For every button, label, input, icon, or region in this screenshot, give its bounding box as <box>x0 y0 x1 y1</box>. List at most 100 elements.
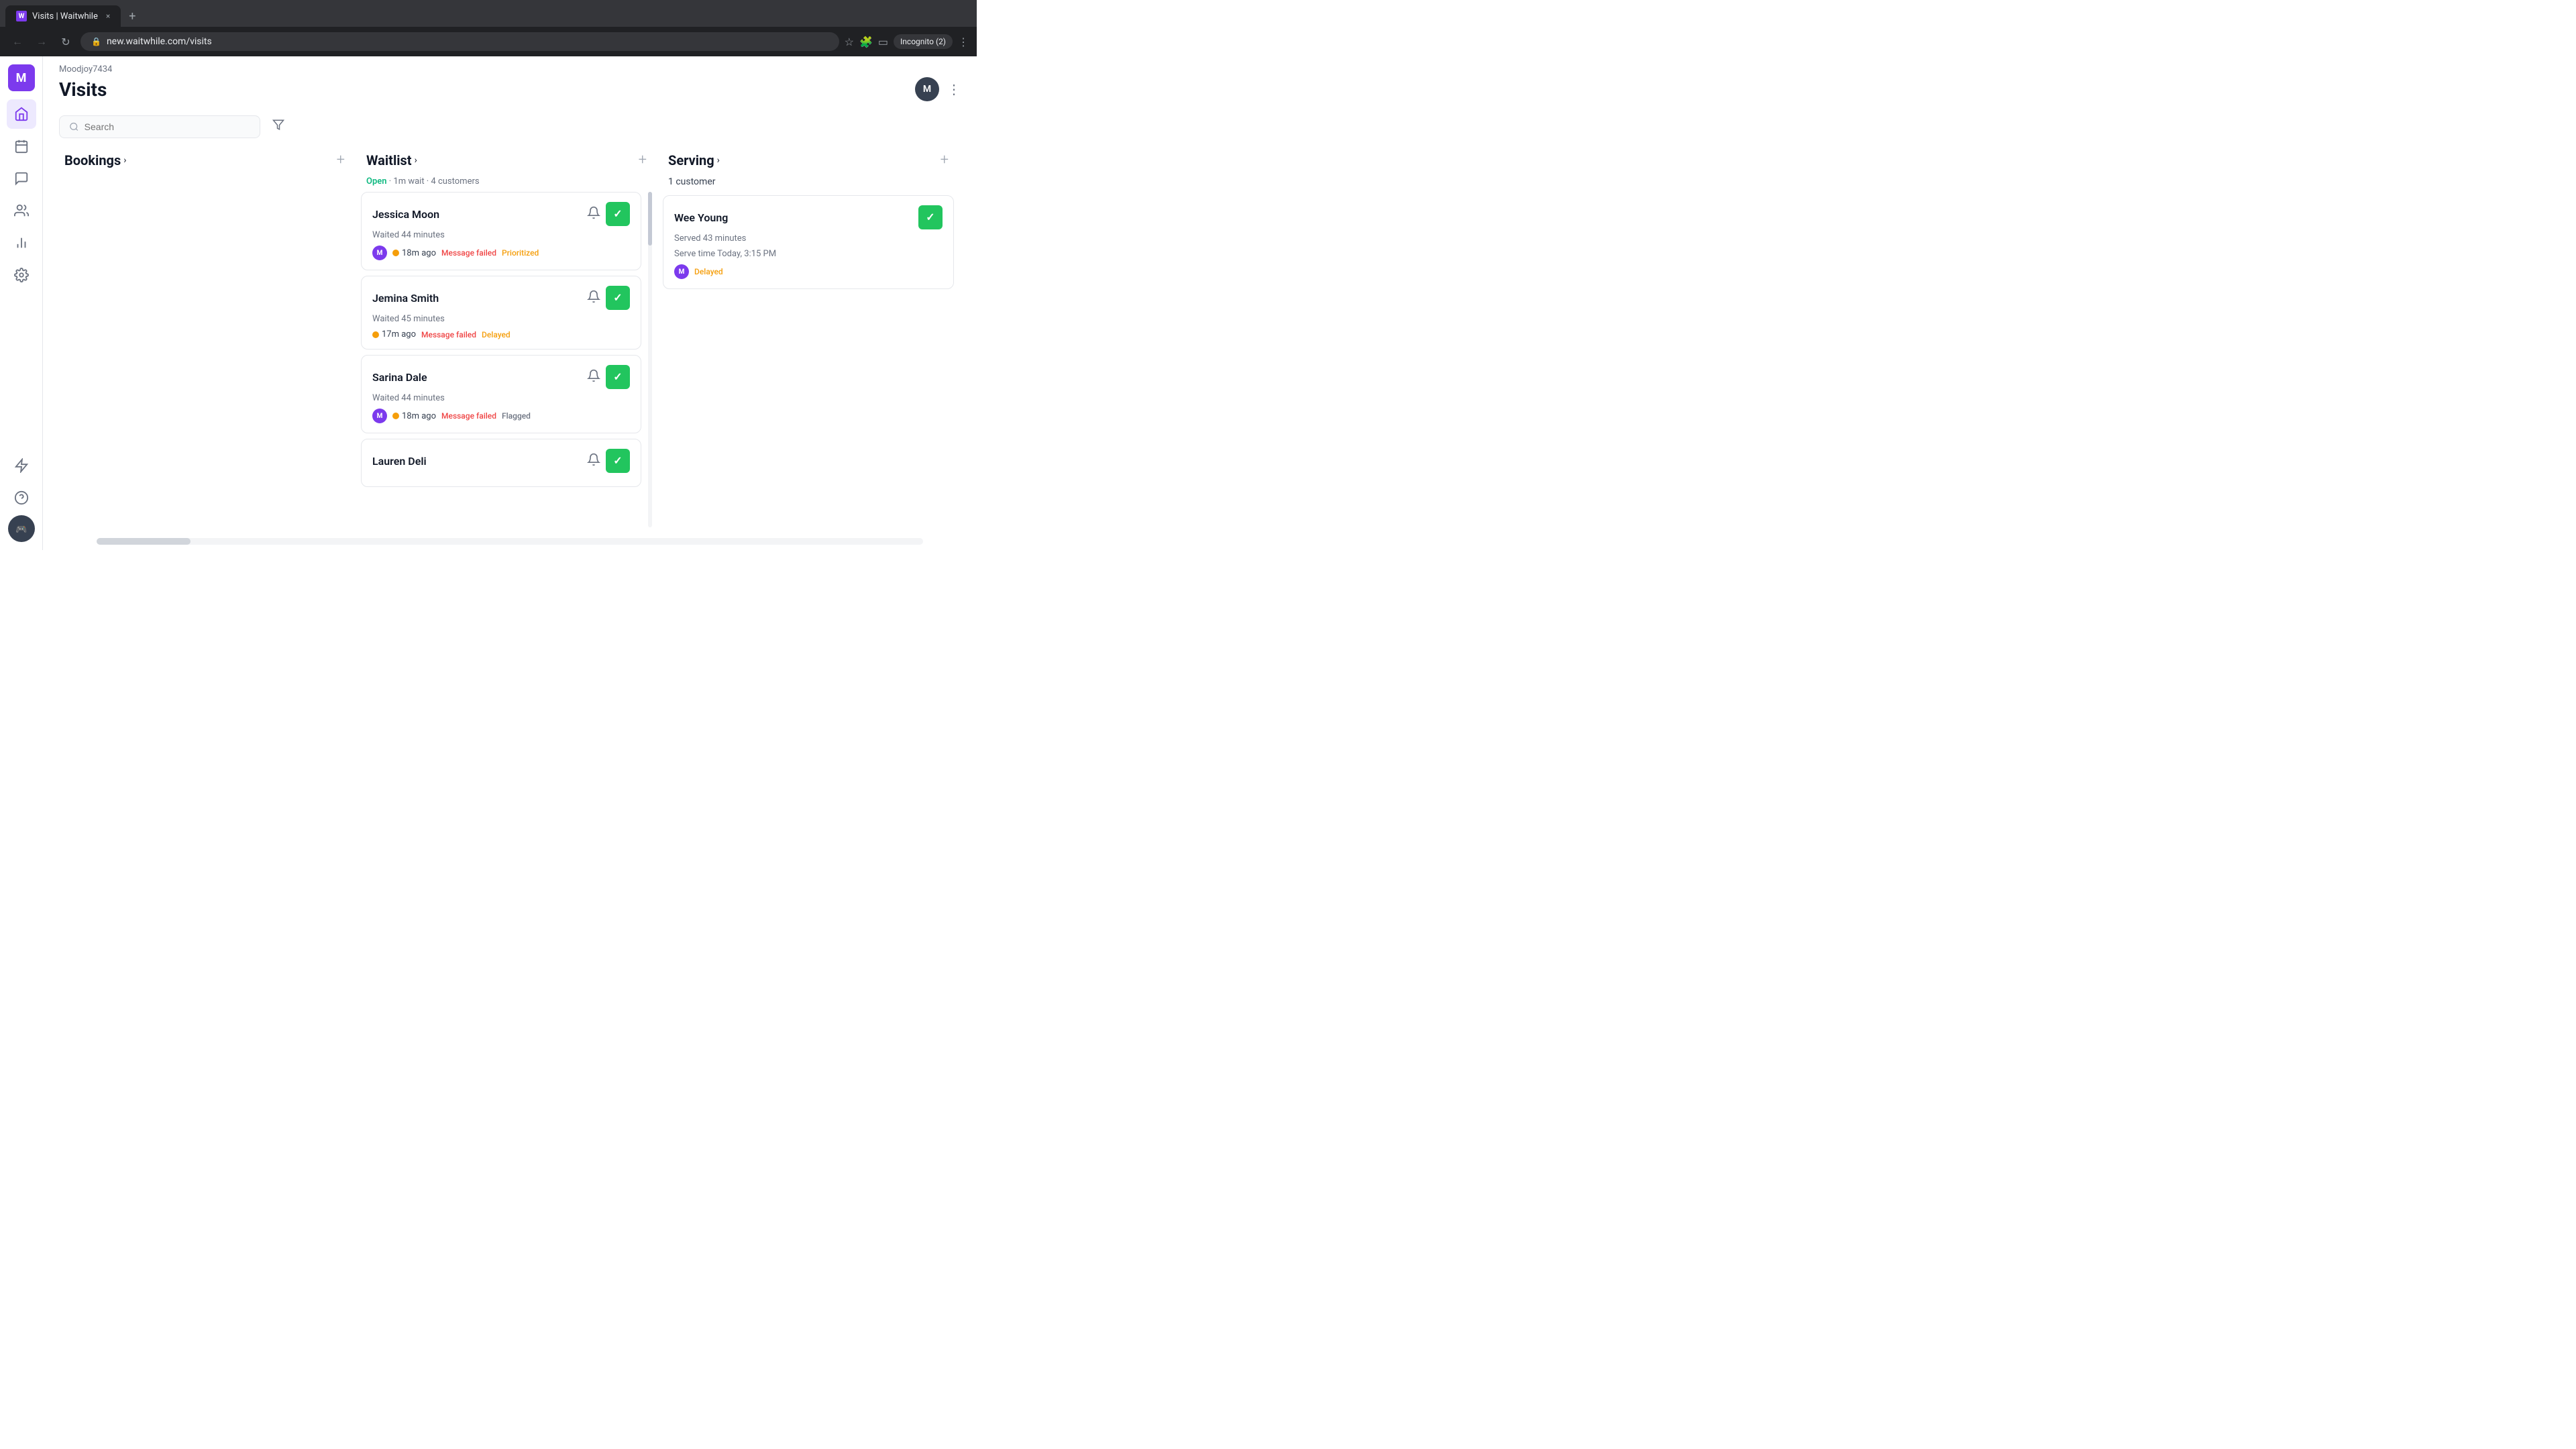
jessica-moon-check-button[interactable]: ✓ <box>606 202 630 226</box>
sidebar-item-analytics[interactable] <box>7 228 36 258</box>
sidebar-item-flash[interactable] <box>7 451 36 480</box>
sarina-dale-bell-button[interactable] <box>587 369 600 386</box>
jemina-smith-message-status[interactable]: Message failed <box>421 330 476 339</box>
serving-add-button[interactable]: + <box>941 152 949 168</box>
sarina-dale-meta: M 18m ago Message failed Flagged <box>372 409 630 423</box>
lauren-deli-bell-button[interactable] <box>587 453 600 470</box>
jessica-moon-message-status[interactable]: Message failed <box>441 248 496 258</box>
sarina-dale-check-button[interactable]: ✓ <box>606 365 630 389</box>
main-content: Moodjoy7434 Visits M ⋮ <box>43 56 977 550</box>
bookings-add-button[interactable]: + <box>337 152 345 168</box>
sarina-dale-wait: Waited 44 minutes <box>372 393 630 403</box>
incognito-button[interactable]: Incognito (2) <box>894 34 953 49</box>
user-avatar-image: 🎮 <box>8 515 35 542</box>
waitlist-scrollbar[interactable] <box>648 192 652 527</box>
search-input[interactable] <box>85 121 250 132</box>
waitlist-title-group[interactable]: Waitlist › <box>366 152 417 168</box>
jemina-smith-bell-button[interactable] <box>587 290 600 307</box>
lauren-deli-check-button[interactable]: ✓ <box>606 449 630 473</box>
sarina-dale-actions: ✓ <box>587 365 630 389</box>
jemina-smith-check-button[interactable]: ✓ <box>606 286 630 310</box>
extensions-button[interactable]: 🧩 <box>859 36 873 48</box>
jemina-smith-name: Jemina Smith <box>372 292 439 305</box>
waitlist-add-button[interactable]: + <box>639 152 647 168</box>
wee-young-name: Wee Young <box>674 211 728 224</box>
sidebar-item-home[interactable] <box>7 99 36 129</box>
split-view-button[interactable]: ▭ <box>878 36 888 48</box>
sarina-dale-status-dot <box>392 413 399 419</box>
serving-column-title[interactable]: Serving <box>668 152 714 168</box>
status-open-label: Open <box>366 176 387 186</box>
users-icon <box>14 203 29 218</box>
horizontal-scrollbar[interactable] <box>97 538 923 545</box>
browser-menu-button[interactable]: ⋮ <box>958 36 969 48</box>
bookings-title-group[interactable]: Bookings › <box>64 152 126 168</box>
wee-young-badge[interactable]: Delayed <box>694 267 723 276</box>
sarina-dale-badge[interactable]: Flagged <box>502 411 531 421</box>
visit-card-jessica-moon[interactable]: Jessica Moon ✓ <box>361 192 641 270</box>
visit-card-wee-young[interactable]: Wee Young ✓ Served 43 minutes Serve time… <box>663 195 954 289</box>
horizontal-scrollbar-thumb <box>97 538 191 545</box>
jemina-smith-time: 17m ago <box>372 329 416 339</box>
jessica-moon-meta: M 18m ago Message failed Prioritized <box>372 246 630 260</box>
reload-button[interactable]: ↻ <box>56 33 75 51</box>
sarina-dale-name: Sarina Dale <box>372 371 427 384</box>
sidebar-item-help[interactable] <box>7 483 36 513</box>
org-label: Moodjoy7434 <box>59 64 961 74</box>
wee-young-check-button[interactable]: ✓ <box>918 205 943 229</box>
page-title-row: Visits M ⋮ <box>59 77 961 109</box>
tab-title: Visits | Waitwhile <box>32 11 98 21</box>
lauren-deli-actions: ✓ <box>587 449 630 473</box>
search-bar[interactable] <box>59 115 260 138</box>
address-bar[interactable]: 🔒 new.waitwhile.com/visits <box>80 32 839 51</box>
forward-button[interactable]: → <box>32 32 51 51</box>
bookmark-button[interactable]: ☆ <box>845 36 854 48</box>
waitlist-column: Waitlist › + Open · 1m wait · 4 customer… <box>356 146 657 527</box>
sidebar-item-settings[interactable] <box>7 260 36 290</box>
serving-title-group[interactable]: Serving › <box>668 152 720 168</box>
jessica-moon-time: 18m ago <box>392 248 436 258</box>
active-tab[interactable]: W Visits | Waitwhile × <box>5 5 121 27</box>
visit-card-sarina-dale[interactable]: Sarina Dale ✓ <box>361 355 641 433</box>
bookings-column-header: Bookings › + <box>59 146 350 176</box>
bookings-column: Bookings › + <box>54 146 356 527</box>
sarina-dale-message-status[interactable]: Message failed <box>441 411 496 421</box>
jessica-moon-name: Jessica Moon <box>372 208 439 221</box>
tab-close-button[interactable]: × <box>106 11 110 21</box>
sarina-dale-header: Sarina Dale ✓ <box>372 365 630 389</box>
search-icon <box>69 121 79 132</box>
brand-logo[interactable]: M <box>8 64 35 91</box>
bookings-column-title[interactable]: Bookings <box>64 152 121 168</box>
jemina-smith-status-dot <box>372 331 379 338</box>
user-avatar-sidebar[interactable]: 🎮 <box>8 515 35 542</box>
lauren-deli-header: Lauren Deli ✓ <box>372 449 630 473</box>
bell-icon <box>587 290 600 303</box>
sidebar-bottom: 🎮 <box>7 451 36 542</box>
jessica-moon-header: Jessica Moon ✓ <box>372 202 630 226</box>
sidebar-item-messages[interactable] <box>7 164 36 193</box>
back-button[interactable]: ← <box>8 32 27 51</box>
serving-customer-count: 1 customer <box>663 176 954 195</box>
user-avatar-header[interactable]: M <box>915 77 939 101</box>
main-header: Moodjoy7434 Visits M ⋮ <box>43 56 977 109</box>
sidebar-item-calendar[interactable] <box>7 131 36 161</box>
visit-card-lauren-deli[interactable]: Lauren Deli ✓ <box>361 439 641 487</box>
wee-young-avatar: M <box>674 264 689 279</box>
bookings-arrow-icon: › <box>123 155 126 166</box>
new-tab-button[interactable]: + <box>123 7 141 26</box>
tab-favicon: W <box>16 11 27 21</box>
jemina-smith-actions: ✓ <box>587 286 630 310</box>
jessica-moon-bell-button[interactable] <box>587 206 600 223</box>
filter-button[interactable] <box>268 115 288 138</box>
serving-arrow-icon: › <box>717 155 720 166</box>
jessica-moon-badge[interactable]: Prioritized <box>502 248 539 258</box>
jemina-smith-header: Jemina Smith ✓ <box>372 286 630 310</box>
more-menu-button[interactable]: ⋮ <box>947 81 961 97</box>
serving-column-header: Serving › + <box>663 146 954 176</box>
jemina-smith-badge[interactable]: Delayed <box>482 330 511 339</box>
address-text: new.waitwhile.com/visits <box>107 36 212 47</box>
browser-chrome: W Visits | Waitwhile × + ← → ↻ 🔒 new.wai… <box>0 0 977 56</box>
waitlist-column-title[interactable]: Waitlist <box>366 152 412 168</box>
sidebar-item-users[interactable] <box>7 196 36 225</box>
visit-card-jemina-smith[interactable]: Jemina Smith ✓ <box>361 276 641 350</box>
